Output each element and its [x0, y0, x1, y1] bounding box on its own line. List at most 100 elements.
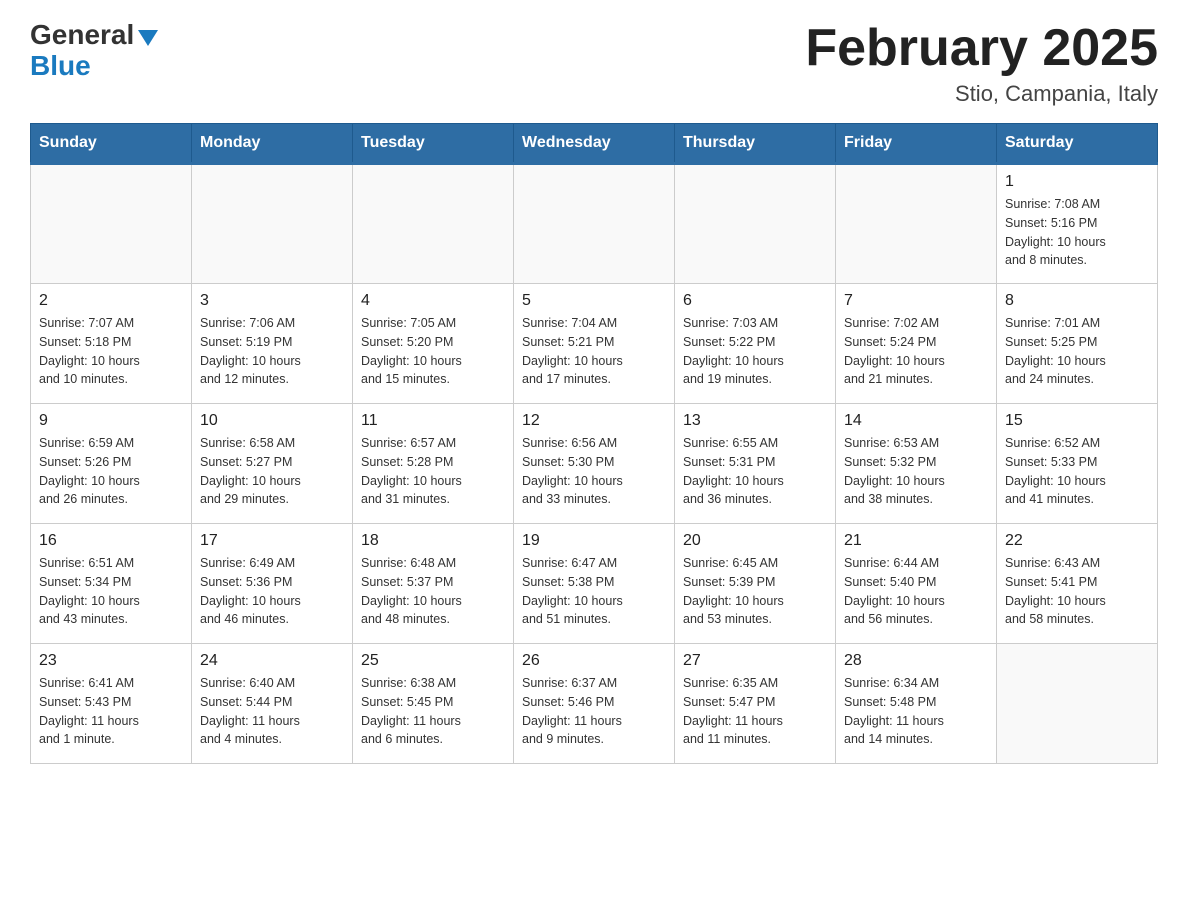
weekday-header-thursday: Thursday	[675, 124, 836, 164]
day-number: 27	[683, 652, 827, 670]
day-info: Sunrise: 6:57 AM Sunset: 5:28 PM Dayligh…	[361, 434, 505, 509]
day-number: 14	[844, 412, 988, 430]
day-number: 9	[39, 412, 183, 430]
day-info: Sunrise: 7:05 AM Sunset: 5:20 PM Dayligh…	[361, 314, 505, 389]
weekday-header-sunday: Sunday	[31, 124, 192, 164]
calendar-day: 5 Sunrise: 7:04 AM Sunset: 5:21 PM Daylig…	[514, 284, 675, 404]
calendar-day	[31, 164, 192, 284]
calendar-day: 15 Sunrise: 6:52 AM Sunset: 5:33 PM Dayli…	[997, 404, 1158, 524]
day-number: 17	[200, 532, 344, 550]
weekday-header-wednesday: Wednesday	[514, 124, 675, 164]
day-number: 5	[522, 292, 666, 310]
calendar-day: 8 Sunrise: 7:01 AM Sunset: 5:25 PM Daylig…	[997, 284, 1158, 404]
day-info: Sunrise: 6:59 AM Sunset: 5:26 PM Dayligh…	[39, 434, 183, 509]
calendar-day: 10Sunrise: 6:58 AM Sunset: 5:27 PM Dayli…	[192, 404, 353, 524]
calendar-week-4: 16 Sunrise: 6:51 AM Sunset: 5:34 PM Dayli…	[31, 524, 1158, 644]
calendar-day	[192, 164, 353, 284]
day-number: 22	[1005, 532, 1149, 550]
calendar-day	[836, 164, 997, 284]
day-info: Sunrise: 6:55 AM Sunset: 5:31 PM Dayligh…	[683, 434, 827, 509]
calendar-day: 17 Sunrise: 6:49 AM Sunset: 5:36 PM Dayli…	[192, 524, 353, 644]
calendar-day	[514, 164, 675, 284]
calendar-day	[353, 164, 514, 284]
calendar-day	[675, 164, 836, 284]
title-block: February 2025 Stio, Campania, Italy	[805, 20, 1158, 107]
day-info: Sunrise: 7:02 AM Sunset: 5:24 PM Dayligh…	[844, 314, 988, 389]
calendar-day	[997, 644, 1158, 764]
logo-line2: Blue	[30, 51, 91, 82]
day-info: Sunrise: 6:45 AM Sunset: 5:39 PM Dayligh…	[683, 554, 827, 629]
calendar-day: 9 Sunrise: 6:59 AM Sunset: 5:26 PM Daylig…	[31, 404, 192, 524]
calendar-day: 1 Sunrise: 7:08 AM Sunset: 5:16 PM Daylig…	[997, 164, 1158, 284]
day-number: 23	[39, 652, 183, 670]
day-number: 2	[39, 292, 183, 310]
calendar-day: 7 Sunrise: 7:02 AM Sunset: 5:24 PM Daylig…	[836, 284, 997, 404]
calendar-header: SundayMondayTuesdayWednesdayThursdayFrid…	[31, 124, 1158, 164]
day-number: 3	[200, 292, 344, 310]
calendar-day: 18 Sunrise: 6:48 AM Sunset: 5:37 PM Dayli…	[353, 524, 514, 644]
calendar-day: 16 Sunrise: 6:51 AM Sunset: 5:34 PM Dayli…	[31, 524, 192, 644]
day-info: Sunrise: 6:49 AM Sunset: 5:36 PM Dayligh…	[200, 554, 344, 629]
day-info: Sunrise: 6:51 AM Sunset: 5:34 PM Dayligh…	[39, 554, 183, 629]
logo-triangle-icon	[138, 30, 158, 46]
day-number: 8	[1005, 292, 1149, 310]
calendar-day: 6Sunrise: 7:03 AM Sunset: 5:22 PM Daylig…	[675, 284, 836, 404]
calendar-day: 13 Sunrise: 6:55 AM Sunset: 5:31 PM Dayli…	[675, 404, 836, 524]
day-number: 18	[361, 532, 505, 550]
calendar-day: 21 Sunrise: 6:44 AM Sunset: 5:40 PM Dayli…	[836, 524, 997, 644]
day-number: 13	[683, 412, 827, 430]
calendar-body: 1 Sunrise: 7:08 AM Sunset: 5:16 PM Daylig…	[31, 164, 1158, 764]
day-info: Sunrise: 6:48 AM Sunset: 5:37 PM Dayligh…	[361, 554, 505, 629]
day-number: 6	[683, 292, 827, 310]
calendar-week-5: 23 Sunrise: 6:41 AM Sunset: 5:43 PM Dayli…	[31, 644, 1158, 764]
calendar-week-3: 9 Sunrise: 6:59 AM Sunset: 5:26 PM Daylig…	[31, 404, 1158, 524]
calendar-day: 28 Sunrise: 6:34 AM Sunset: 5:48 PM Dayli…	[836, 644, 997, 764]
day-number: 26	[522, 652, 666, 670]
logo: General Blue	[30, 20, 158, 82]
day-number: 12	[522, 412, 666, 430]
logo-blue-text: Blue	[30, 50, 91, 81]
day-number: 11	[361, 412, 505, 430]
calendar-day: 20 Sunrise: 6:45 AM Sunset: 5:39 PM Dayli…	[675, 524, 836, 644]
calendar-day: 26 Sunrise: 6:37 AM Sunset: 5:46 PM Dayli…	[514, 644, 675, 764]
day-info: Sunrise: 6:35 AM Sunset: 5:47 PM Dayligh…	[683, 674, 827, 749]
day-info: Sunrise: 6:47 AM Sunset: 5:38 PM Dayligh…	[522, 554, 666, 629]
day-info: Sunrise: 6:43 AM Sunset: 5:41 PM Dayligh…	[1005, 554, 1149, 629]
day-info: Sunrise: 7:08 AM Sunset: 5:16 PM Dayligh…	[1005, 195, 1149, 270]
day-number: 19	[522, 532, 666, 550]
day-number: 15	[1005, 412, 1149, 430]
day-number: 24	[200, 652, 344, 670]
day-number: 4	[361, 292, 505, 310]
weekday-header-tuesday: Tuesday	[353, 124, 514, 164]
calendar-day: 2 Sunrise: 7:07 AM Sunset: 5:18 PM Daylig…	[31, 284, 192, 404]
day-number: 1	[1005, 173, 1149, 191]
day-number: 7	[844, 292, 988, 310]
calendar-day: 14Sunrise: 6:53 AM Sunset: 5:32 PM Dayli…	[836, 404, 997, 524]
day-number: 16	[39, 532, 183, 550]
day-info: Sunrise: 6:44 AM Sunset: 5:40 PM Dayligh…	[844, 554, 988, 629]
day-info: Sunrise: 7:04 AM Sunset: 5:21 PM Dayligh…	[522, 314, 666, 389]
logo-general-text: General	[30, 19, 134, 50]
day-info: Sunrise: 6:58 AM Sunset: 5:27 PM Dayligh…	[200, 434, 344, 509]
weekday-header-friday: Friday	[836, 124, 997, 164]
calendar-day: 27 Sunrise: 6:35 AM Sunset: 5:47 PM Dayli…	[675, 644, 836, 764]
day-info: Sunrise: 6:34 AM Sunset: 5:48 PM Dayligh…	[844, 674, 988, 749]
day-info: Sunrise: 7:01 AM Sunset: 5:25 PM Dayligh…	[1005, 314, 1149, 389]
calendar-day: 24Sunrise: 6:40 AM Sunset: 5:44 PM Dayli…	[192, 644, 353, 764]
calendar-day: 12Sunrise: 6:56 AM Sunset: 5:30 PM Dayli…	[514, 404, 675, 524]
day-info: Sunrise: 6:37 AM Sunset: 5:46 PM Dayligh…	[522, 674, 666, 749]
logo-line1: General	[30, 20, 158, 51]
day-number: 28	[844, 652, 988, 670]
day-info: Sunrise: 6:41 AM Sunset: 5:43 PM Dayligh…	[39, 674, 183, 749]
day-info: Sunrise: 7:07 AM Sunset: 5:18 PM Dayligh…	[39, 314, 183, 389]
day-number: 20	[683, 532, 827, 550]
weekday-row: SundayMondayTuesdayWednesdayThursdayFrid…	[31, 124, 1158, 164]
day-info: Sunrise: 6:52 AM Sunset: 5:33 PM Dayligh…	[1005, 434, 1149, 509]
calendar-day: 22 Sunrise: 6:43 AM Sunset: 5:41 PM Dayli…	[997, 524, 1158, 644]
day-info: Sunrise: 7:06 AM Sunset: 5:19 PM Dayligh…	[200, 314, 344, 389]
calendar-day: 11 Sunrise: 6:57 AM Sunset: 5:28 PM Dayli…	[353, 404, 514, 524]
day-number: 21	[844, 532, 988, 550]
calendar-day: 4 Sunrise: 7:05 AM Sunset: 5:20 PM Daylig…	[353, 284, 514, 404]
weekday-header-saturday: Saturday	[997, 124, 1158, 164]
calendar-day: 3 Sunrise: 7:06 AM Sunset: 5:19 PM Daylig…	[192, 284, 353, 404]
